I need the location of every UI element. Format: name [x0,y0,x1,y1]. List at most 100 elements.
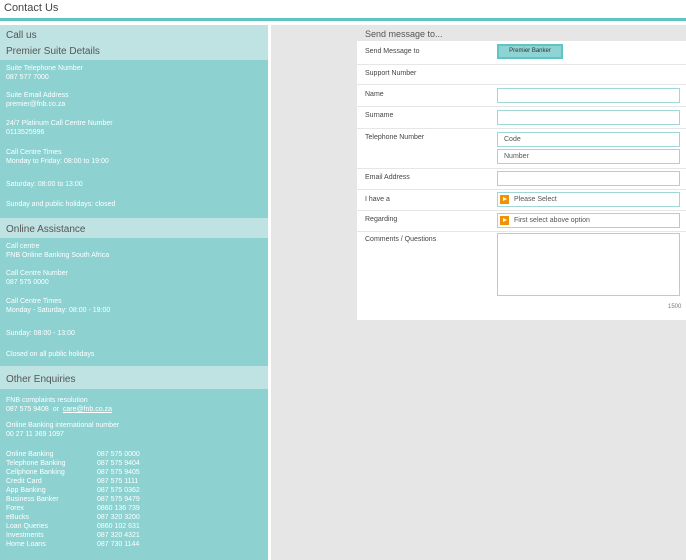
name-input[interactable] [497,88,680,103]
telephone-code-input[interactable]: Code [497,132,680,147]
online-call-centre-times-value: Monday - Saturday: 08:00 - 19:00 [6,307,111,314]
row-divider [357,168,686,169]
platinum-call-centre-label: 24/7 Platinum Call Centre Number [6,120,113,127]
table-row-name: Investments [6,532,44,539]
form-header: Send message to... [357,27,686,41]
row-divider [357,106,686,107]
row-divider [357,189,686,190]
i-have-a-label: I have a [365,196,390,203]
online-call-centre-label: Call centre [6,243,40,250]
table-row-name: Telephone Banking [6,460,66,467]
other-enquiries-details: FNB complaints resolution 087 575 9408 o… [0,389,268,560]
premier-banker-button[interactable]: Premier Banker [497,44,563,59]
online-call-centre-times-label: Call Centre Times [6,298,62,305]
regarding-label: Regarding [365,216,398,223]
table-row-number: 087 575 0000 [97,451,140,458]
saturday-hours: Saturday: 08:00 to 13:00 [6,181,83,188]
send-to-label: Send Message to [365,48,420,55]
table-row-name: Credit Card [6,478,42,485]
complaints-contact: 087 575 9408 or care@fnb.co.za [6,405,112,414]
regarding-value: First select above option [514,217,590,224]
suite-telephone-value: 087 577 7000 [6,74,49,81]
email-label: Email Address [365,174,410,181]
name-label: Name [365,91,384,98]
premier-suite-heading: Premier Suite Details [6,46,100,57]
surname-input[interactable] [497,110,680,125]
table-row-number: 0860 102 631 [97,523,140,530]
intl-number-label: Online Banking international number [6,422,120,429]
other-enquiries-heading: Other Enquiries [6,374,76,385]
comments-textarea[interactable] [497,233,680,296]
regarding-select[interactable]: First select above option [497,213,680,228]
table-row-name: Forex [6,505,24,512]
intl-number: Online Banking international number 00 2… [6,421,119,439]
row-divider [357,64,686,65]
platinum-call-centre-value: 0113525996 [6,129,45,136]
call-centre-times: Call Centre Times Monday to Friday: 08:0… [6,148,109,166]
online-sunday-hours: Sunday: 08:00 - 13:00 [6,330,75,337]
complaints-email-link[interactable]: care@fnb.co.za [63,406,112,413]
table-row-name: Cellphone Banking [6,469,65,476]
table-row-number: 087 575 0362 [97,487,140,494]
online-call-centre-number: Call Centre Number 087 575 0000 [6,269,68,287]
form-heading: Send message to... [365,29,443,39]
table-row-name: Online Banking [6,451,54,458]
comments-label: Comments / Questions [365,236,437,243]
online-call-centre: Call centre FNB Online Banking South Afr… [6,242,109,260]
table-row-name: Loan Queries [6,523,49,530]
table-row-number: 087 575 9404 [97,460,140,467]
table-row-number: 087 575 9405 [97,469,140,476]
telephone-label: Telephone Number [365,134,425,141]
suite-email-value: premier@fnb.co.za [6,101,66,108]
table-row-name: Business Banker [6,496,59,503]
char-counter: 1500 [668,304,682,310]
online-assistance-heading: Online Assistance [6,224,86,235]
table-row-number: 0860 136 739 [97,505,140,512]
table-row-number: 087 320 4321 [97,532,140,539]
row-divider [357,128,686,129]
page-header: Contact Us [0,0,686,21]
table-row-number: 087 730 1144 [97,541,140,548]
table-row-number: 087 575 9479 [97,496,140,503]
telephone-number-input[interactable]: Number [497,149,680,164]
support-number-label: Support Number [365,70,417,77]
i-have-a-value: Please Select [514,196,557,203]
call-us-heading: Call us [6,30,37,41]
row-divider [357,210,686,211]
suite-telephone: Suite Telephone Number 087 577 7000 [6,64,83,82]
dropdown-arrow-icon [500,195,509,204]
intl-number-value: 00 27 11 369 1097 [6,431,64,438]
sunday-hours: Sunday and public holidays: closed [6,201,116,208]
code-placeholder: Code [504,136,521,143]
online-public-holidays: Closed on all public holidays [6,351,95,358]
table-row-name: eBucks [6,514,29,521]
suite-email: Suite Email Address premier@fnb.co.za [6,91,69,109]
complaints-resolution: FNB complaints resolution 087 575 9408 o… [6,396,112,414]
table-row-number: 087 320 3200 [97,514,140,521]
table-row-name: App Banking [6,487,46,494]
i-have-a-select[interactable]: Please Select [497,192,680,207]
call-centre-times-value: Monday to Friday: 08:00 to 19:00 [6,158,109,165]
online-call-centre-value: FNB Online Banking South Africa [6,252,110,259]
platinum-call-centre: 24/7 Platinum Call Centre Number 0113525… [6,119,113,137]
suite-telephone-label: Suite Telephone Number [6,65,83,72]
online-call-centre-number-label: Call Centre Number [6,270,68,277]
call-centre-times-label: Call Centre Times [6,149,62,156]
number-placeholder: Number [504,153,529,160]
premier-suite-details: Suite Telephone Number 087 577 7000 Suit… [0,60,268,218]
online-assistance-details: Call centre FNB Online Banking South Afr… [0,238,268,366]
suite-email-label: Suite Email Address [6,92,69,99]
complaints-label: FNB complaints resolution [6,397,88,404]
table-row-number: 087 575 1111 [97,478,139,485]
surname-label: Surname [365,112,394,119]
row-divider [357,231,686,232]
table-row-name: Home Loans [6,541,46,548]
online-call-centre-number-value: 087 575 0000 [6,279,49,286]
page-title: Contact Us [4,2,59,14]
complaints-number: 087 575 9408 [6,406,49,413]
complaints-or: or [52,406,59,413]
online-call-centre-times: Call Centre Times Monday - Saturday: 08:… [6,297,110,315]
row-divider [357,84,686,85]
dropdown-arrow-icon [500,216,509,225]
email-input[interactable] [497,171,680,186]
